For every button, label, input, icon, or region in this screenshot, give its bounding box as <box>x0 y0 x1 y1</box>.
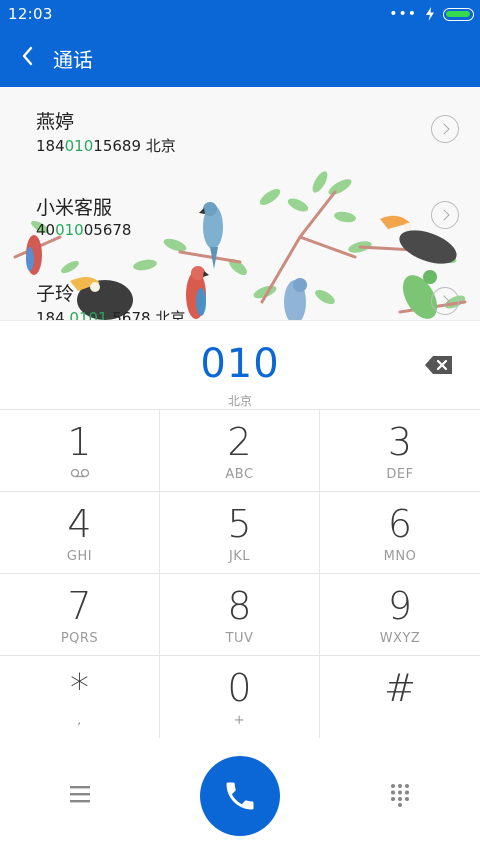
search-results: 燕婷 18401015689 北京 小米客服 4001005678 子玲 184… <box>0 87 480 320</box>
number-part: 05678 <box>83 221 132 239</box>
phone-icon <box>226 782 254 810</box>
result-item[interactable]: 子玲 184 0101 5678 北京 <box>0 259 480 320</box>
contact-name: 燕婷 <box>36 111 75 133</box>
key-letters: DEF <box>386 467 414 482</box>
keypad: 1 2 ABC 3 DEF 4 GHI 5 JKL 6 MNO 7 PQRS 8… <box>0 409 480 739</box>
result-item[interactable]: 小米客服 4001005678 <box>0 173 480 257</box>
contact-number: 184 0101 5678 北京 <box>36 307 185 320</box>
number-location: 北京 <box>145 137 176 155</box>
notification-dots-icon: ••• <box>389 6 417 22</box>
key-2[interactable]: 2 ABC <box>160 410 320 492</box>
key-letters: ABC <box>225 467 254 482</box>
dial-input-panel: 010 北京 <box>0 320 480 409</box>
back-button[interactable] <box>14 42 42 70</box>
key-digit: 5 <box>227 502 252 546</box>
dialer-screen: 12:03 ••• 通话 燕婷 18401015689 北京 小米客服 4001… <box>0 0 480 853</box>
contact-number: 18401015689 北京 <box>36 135 176 156</box>
contact-name: 小米客服 <box>36 197 113 219</box>
key-5[interactable]: 5 JKL <box>160 492 320 574</box>
number-match: 0101 <box>69 309 108 320</box>
chevron-right-icon[interactable] <box>431 201 459 229</box>
status-time: 12:03 <box>8 5 53 23</box>
key-0[interactable]: 0 + <box>160 656 320 739</box>
key-letters: , <box>77 713 82 728</box>
key-digit: * <box>70 666 89 710</box>
chevron-right-icon[interactable] <box>431 115 459 143</box>
key-digit: 3 <box>387 420 413 464</box>
key-letters: TUV <box>225 631 254 646</box>
key-digit: 7 <box>67 584 92 628</box>
page-title: 通话 <box>53 48 93 72</box>
number-match: 010 <box>64 137 94 155</box>
key-star[interactable]: * , <box>0 656 160 739</box>
result-item[interactable]: 燕婷 18401015689 北京 <box>0 87 480 171</box>
key-hash[interactable]: # <box>320 656 480 739</box>
key-digit: 4 <box>67 502 92 546</box>
call-button[interactable] <box>200 756 280 836</box>
status-icons: ••• <box>389 6 474 22</box>
voicemail-icon <box>70 468 90 478</box>
key-letters: WXYZ <box>379 631 421 646</box>
dialpad-icon[interactable] <box>388 783 412 807</box>
number-location-label: 北京 <box>227 394 252 408</box>
contact-number: 4001005678 <box>36 221 131 239</box>
bottom-bar <box>0 738 480 853</box>
key-letters: GHI <box>66 549 93 564</box>
key-letters: PQRS <box>60 631 99 646</box>
backspace-icon[interactable] <box>424 355 454 375</box>
contact-name: 子玲 <box>36 283 75 305</box>
chevron-right-icon[interactable] <box>431 287 459 315</box>
key-letters: + <box>233 713 246 728</box>
key-9[interactable]: 9 WXYZ <box>320 574 480 656</box>
key-digit: 8 <box>227 584 252 628</box>
chevron-left-icon <box>22 46 33 66</box>
key-1[interactable]: 1 <box>0 410 160 492</box>
key-digit: 1 <box>67 420 92 464</box>
number-part: 15689 <box>93 137 141 155</box>
app-bar: 通话 <box>0 28 480 87</box>
status-bar: 12:03 ••• <box>0 0 480 28</box>
number-match: 010 <box>55 221 84 239</box>
key-4[interactable]: 4 GHI <box>0 492 160 574</box>
key-letters: JKL <box>228 549 251 564</box>
key-3[interactable]: 3 DEF <box>320 410 480 492</box>
key-digit: 9 <box>387 584 413 628</box>
number-part: 40 <box>36 221 56 239</box>
battery-icon <box>443 7 474 21</box>
key-digit: # <box>384 666 416 710</box>
dialed-number[interactable]: 010 <box>0 341 480 387</box>
number-part: 184 <box>36 137 65 155</box>
key-8[interactable]: 8 TUV <box>160 574 320 656</box>
key-7[interactable]: 7 PQRS <box>0 574 160 656</box>
key-6[interactable]: 6 MNO <box>320 492 480 574</box>
menu-icon[interactable] <box>68 784 92 804</box>
key-letters: MNO <box>383 549 417 564</box>
charging-bolt-icon <box>426 7 434 21</box>
number-part: 5678 <box>107 309 151 320</box>
key-digit: 6 <box>387 502 413 546</box>
key-digit: 0 <box>227 666 252 710</box>
key-digit: 2 <box>227 420 252 464</box>
number-location: 北京 <box>155 309 186 320</box>
number-part: 184 <box>36 309 70 320</box>
